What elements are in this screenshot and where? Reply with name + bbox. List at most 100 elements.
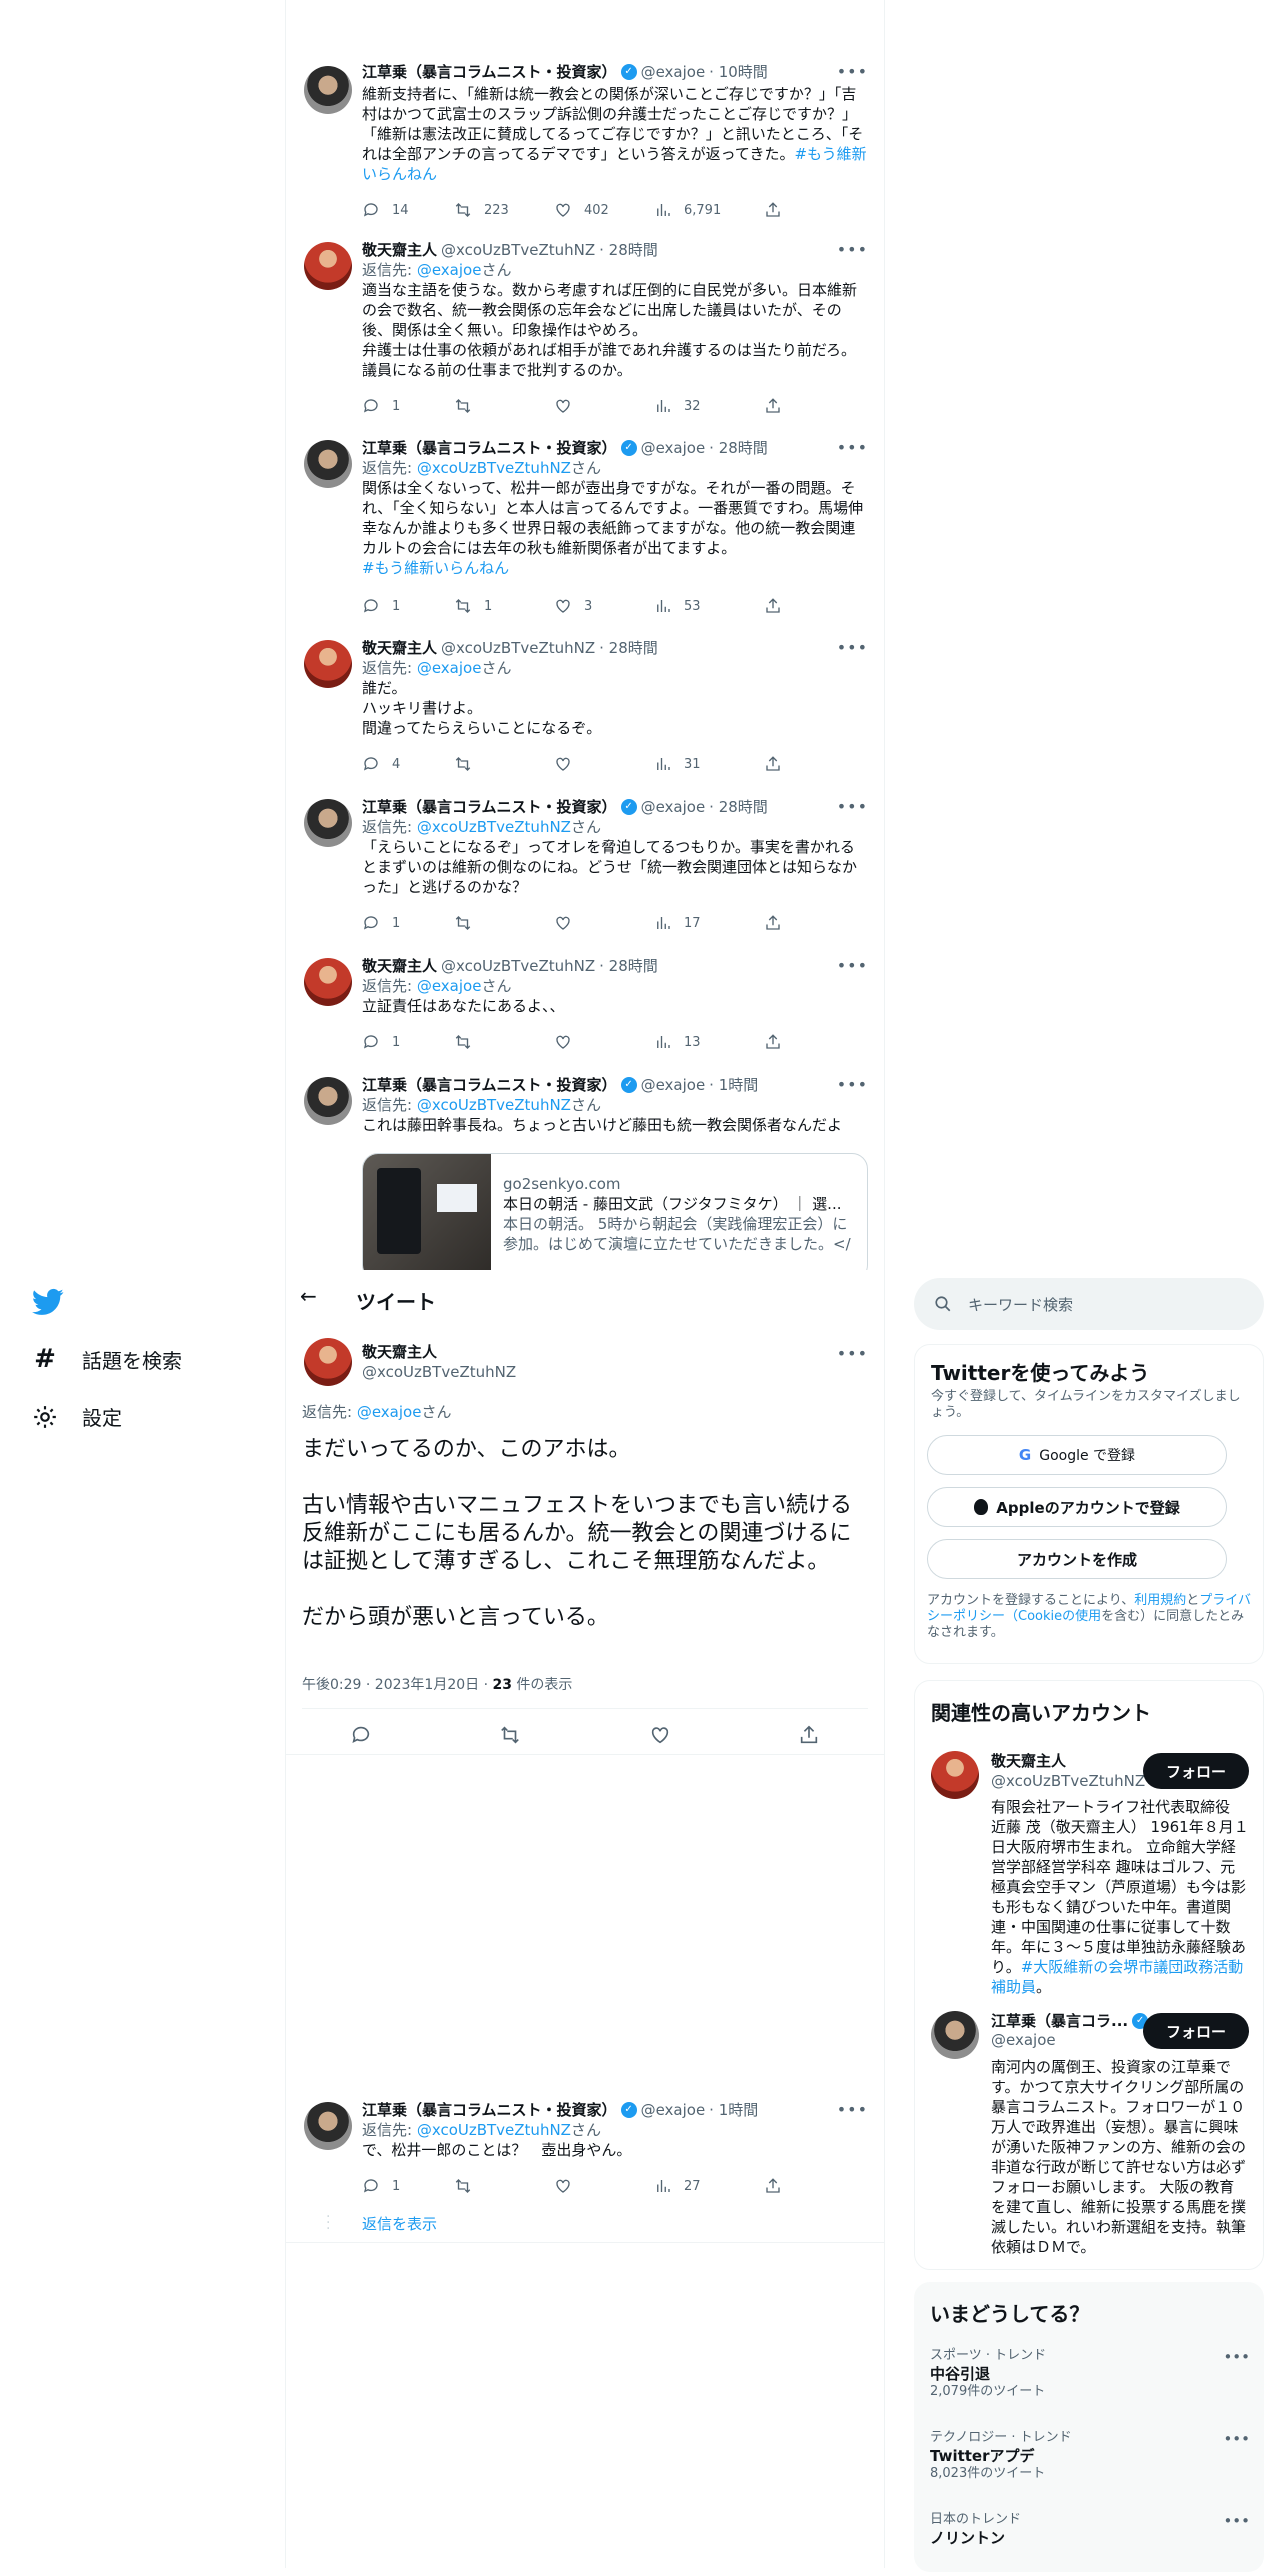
reply-to-link[interactable]: @exajoe	[417, 659, 482, 677]
avatar[interactable]	[304, 66, 352, 114]
like-button[interactable]: 3	[554, 596, 654, 616]
author-handle[interactable]: @exajoe	[641, 438, 706, 458]
avatar[interactable]	[304, 958, 352, 1006]
more-icon[interactable]: •••	[837, 1344, 868, 1363]
reply-button[interactable]: 1	[362, 596, 454, 616]
author-name[interactable]: 江草乗（暴言コラムニスト・投資家）	[362, 1075, 617, 1095]
more-icon[interactable]: •••	[837, 956, 868, 975]
share-icon[interactable]	[798, 1724, 820, 1746]
retweet-button[interactable]	[454, 913, 554, 933]
reply-icon[interactable]	[350, 1724, 372, 1746]
like-button[interactable]	[554, 754, 654, 774]
related-account[interactable]: 江草乗（暴言コラ... ✓ @exajoe フォロー 南河内の厲倒王、投資家の江…	[915, 2001, 1265, 2271]
thread-tweet[interactable]: 江草乗（暴言コラムニスト・投資家） ✓ @exajoe · 10時間 ••• 維…	[286, 62, 884, 232]
avatar[interactable]	[304, 440, 352, 488]
more-icon[interactable]: •••	[837, 62, 868, 81]
views-button[interactable]: 6,791	[654, 200, 764, 220]
back-arrow-icon[interactable]: ←	[300, 1284, 317, 1308]
avatar[interactable]	[931, 1751, 979, 1799]
tweet-time[interactable]: · 28時間	[599, 956, 658, 976]
thread-tweet[interactable]: 敬天齋主人 @xcoUzBTveZtuhNZ · 28時間 ••• 返信先: @…	[286, 240, 884, 420]
reply-to-link[interactable]: @exajoe	[417, 261, 482, 279]
thread-tweet[interactable]: 敬天齋主人 @xcoUzBTveZtuhNZ · 28時間 ••• 返信先: @…	[286, 638, 884, 778]
google-signup-button[interactable]: G Google で登録	[927, 1435, 1227, 1475]
reply-button[interactable]: 1	[362, 396, 454, 416]
search-input[interactable]: キーワード検索	[968, 1294, 1073, 1315]
avatar[interactable]	[304, 1077, 352, 1125]
account-name[interactable]: 江草乗（暴言コラ...	[991, 2011, 1128, 2031]
tweet-time[interactable]: · 28時間	[709, 797, 768, 817]
author-handle[interactable]: @xcoUzBTveZtuhNZ	[362, 1362, 516, 1382]
author-handle[interactable]: @xcoUzBTveZtuhNZ	[441, 956, 595, 976]
share-button[interactable]	[764, 1032, 782, 1052]
author-handle[interactable]: @exajoe	[641, 1075, 706, 1095]
thread-tweet[interactable]: 江草乗（暴言コラムニスト・投資家） ✓ @exajoe · 28時間 ••• 返…	[286, 797, 884, 937]
views-button[interactable]: 13	[654, 1032, 764, 1052]
nav-explore[interactable]: # 話題を検索	[32, 1344, 182, 1374]
avatar[interactable]	[304, 640, 352, 688]
author-name[interactable]: 敬天齋主人	[362, 638, 437, 658]
thread-tweet[interactable]: 敬天齋主人 @xcoUzBTveZtuhNZ · 28時間 ••• 返信先: @…	[286, 956, 884, 1056]
retweet-button[interactable]	[454, 1032, 554, 1052]
retweet-button[interactable]	[454, 2176, 554, 2196]
retweet-button[interactable]	[454, 396, 554, 416]
author-handle[interactable]: @exajoe	[641, 2100, 706, 2120]
reply-to-link[interactable]: @exajoe	[417, 977, 482, 995]
avatar[interactable]	[304, 799, 352, 847]
share-button[interactable]	[764, 754, 782, 774]
views-button[interactable]: 31	[654, 754, 764, 774]
views-button[interactable]: 53	[654, 596, 764, 616]
retweet-button[interactable]	[454, 754, 554, 774]
thread-tweet[interactable]: 江草乗（暴言コラムニスト・投資家） ✓ @exajoe · 28時間 ••• 返…	[286, 438, 884, 618]
related-account[interactable]: 敬天齋主人 @xcoUzBTveZtuhNZ フォロー 有限会社アートライフ社代…	[915, 1741, 1265, 2001]
avatar[interactable]	[304, 242, 352, 290]
tweet-time[interactable]: · 28時間	[709, 438, 768, 458]
follow-button[interactable]: フォロー	[1143, 2013, 1249, 2049]
reply-to-link[interactable]: @xcoUzBTveZtuhNZ	[417, 818, 571, 836]
more-icon[interactable]: •••	[837, 240, 868, 259]
like-button[interactable]	[554, 2176, 654, 2196]
account-name[interactable]: 敬天齋主人	[991, 1751, 1145, 1771]
avatar[interactable]	[931, 2011, 979, 2059]
show-replies-link[interactable]: 返信を表示	[362, 2214, 437, 2234]
avatar[interactable]	[304, 2102, 352, 2150]
views-button[interactable]: 32	[654, 396, 764, 416]
author-handle[interactable]: @xcoUzBTveZtuhNZ	[441, 240, 595, 260]
reply-button[interactable]: 1	[362, 913, 454, 933]
reply-button[interactable]: 14	[362, 200, 454, 220]
tweet-time[interactable]: · 28時間	[599, 240, 658, 260]
share-button[interactable]	[764, 596, 782, 616]
nav-settings[interactable]: 設定	[32, 1402, 122, 1431]
author-handle[interactable]: @exajoe	[641, 62, 706, 82]
reply-to-link[interactable]: @exajoe	[357, 1403, 422, 1421]
trend-item[interactable]: スポーツ · トレンド 中谷引退 2,079件のツイート •••	[930, 2348, 1250, 2400]
reply-to-link[interactable]: @xcoUzBTveZtuhNZ	[417, 2121, 571, 2139]
author-name[interactable]: 江草乗（暴言コラムニスト・投資家）	[362, 438, 617, 458]
trend-item[interactable]: テクノロジー · トレンド Twitterアプデ 8,023件のツイート •••	[930, 2430, 1250, 2482]
hashtag-link[interactable]: #もう維新いらんねん	[362, 559, 509, 577]
heart-icon[interactable]	[649, 1724, 671, 1746]
reply-button[interactable]: 1	[362, 2176, 454, 2196]
share-button[interactable]	[764, 2176, 782, 2196]
more-icon[interactable]: •••	[837, 2100, 868, 2119]
views-button[interactable]: 27	[654, 2176, 764, 2196]
twitter-logo-icon[interactable]	[32, 1286, 64, 1318]
retweet-icon[interactable]	[499, 1724, 521, 1746]
like-button[interactable]: 402	[554, 200, 654, 220]
tweet-time[interactable]: · 28時間	[599, 638, 658, 658]
retweet-button[interactable]: 223	[454, 200, 554, 220]
author-name[interactable]: 江草乗（暴言コラムニスト・投資家）	[362, 62, 617, 82]
avatar[interactable]	[304, 1338, 352, 1386]
search-box[interactable]: キーワード検索	[914, 1278, 1264, 1330]
tweet-time[interactable]: · 1時間	[709, 2100, 758, 2120]
author-handle[interactable]: @exajoe	[641, 797, 706, 817]
author-handle[interactable]: @xcoUzBTveZtuhNZ	[441, 638, 595, 658]
author-name[interactable]: 江草乗（暴言コラムニスト・投資家）	[362, 2100, 617, 2120]
create-account-button[interactable]: アカウントを作成	[927, 1539, 1227, 1579]
author-name[interactable]: 江草乗（暴言コラムニスト・投資家）	[362, 797, 617, 817]
tweet-time[interactable]: · 1時間	[709, 1075, 758, 1095]
more-icon[interactable]: •••	[1223, 2348, 1250, 2366]
like-button[interactable]	[554, 913, 654, 933]
share-button[interactable]	[764, 396, 782, 416]
reply-button[interactable]: 4	[362, 754, 454, 774]
